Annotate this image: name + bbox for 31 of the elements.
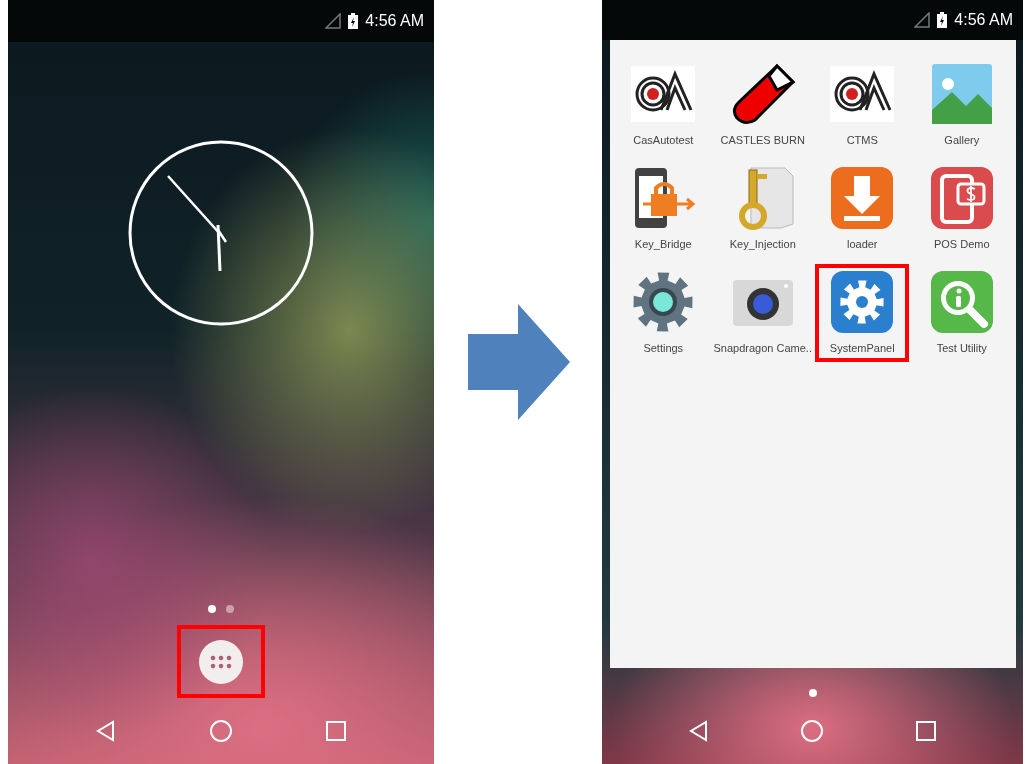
- app-shortcut[interactable]: loader: [815, 160, 910, 258]
- app-shortcut[interactable]: Test Utility: [914, 264, 1009, 362]
- app-shortcut[interactable]: Gallery: [914, 56, 1009, 154]
- app-shortcut[interactable]: SystemPanel: [815, 264, 910, 362]
- recents-icon[interactable]: [324, 719, 349, 743]
- app-shortcut[interactable]: Snapdragon Came..: [715, 264, 810, 362]
- signal-icon: [914, 12, 931, 28]
- app-drawer-icon: [199, 639, 243, 684]
- app-shortcut[interactable]: Key_Bridge: [616, 160, 711, 258]
- pos-icon: [929, 166, 994, 230]
- status-time: 4:56 AM: [954, 11, 1013, 29]
- battery-icon: [348, 13, 359, 29]
- status-time: 4:56 AM: [365, 12, 424, 30]
- signal-icon: [325, 13, 342, 29]
- right-arrow-icon: [468, 304, 570, 420]
- app-shortcut[interactable]: CASTLES BURN: [715, 56, 810, 154]
- app-shortcut[interactable]: Settings: [616, 264, 711, 362]
- info-magnifier-icon: [929, 270, 994, 334]
- gallery-icon: [929, 62, 994, 126]
- app-shortcut[interactable]: POS Demo: [914, 160, 1009, 258]
- app-drawer-button[interactable]: [177, 625, 265, 698]
- app-shortcut[interactable]: Key_Injection: [715, 160, 810, 258]
- battery-icon: [937, 12, 948, 28]
- app-shortcut[interactable]: CTMS: [815, 56, 910, 154]
- home-icon[interactable]: [800, 719, 825, 743]
- home-icon[interactable]: [209, 719, 233, 743]
- app-shortcut[interactable]: CasAutotest: [616, 56, 711, 154]
- recents-icon[interactable]: [914, 719, 939, 743]
- download-icon: [830, 166, 895, 230]
- system-gear-icon: [830, 270, 895, 334]
- test-tube-icon: [730, 62, 795, 126]
